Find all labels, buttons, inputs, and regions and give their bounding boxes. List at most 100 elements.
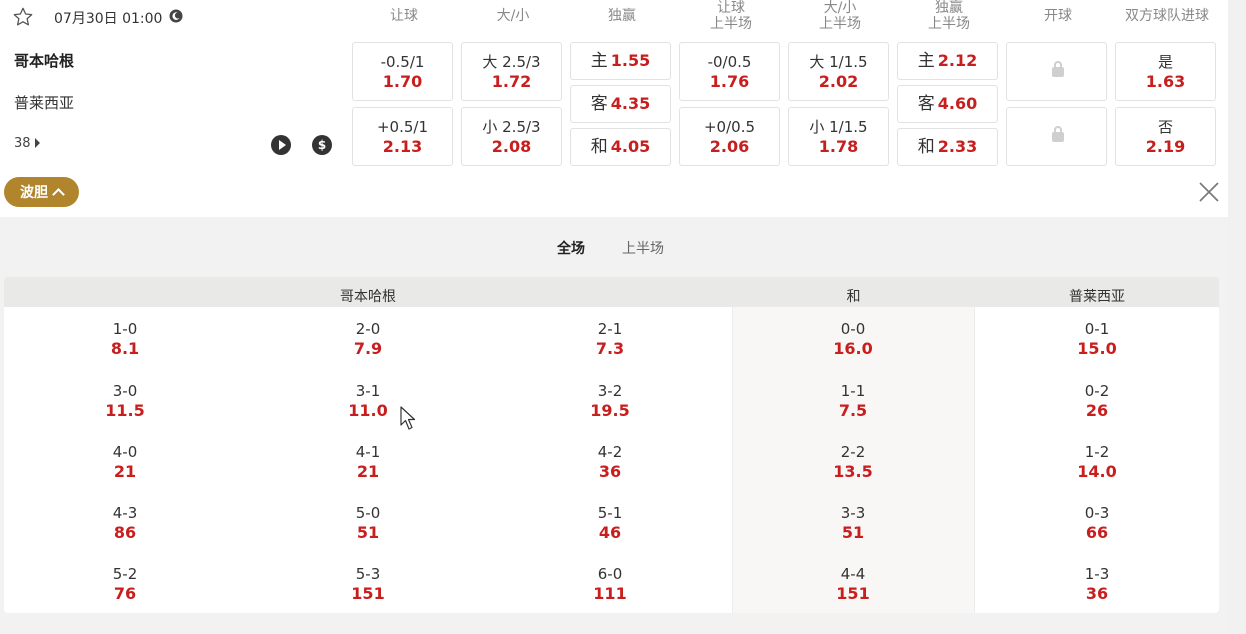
odds-cell-moneyline-away[interactable]: 客 4.35 <box>570 85 671 123</box>
score-label: 3-1 <box>355 382 381 400</box>
header-away-team: 普莱西亚 <box>1069 289 1125 305</box>
odds-cell-moneyline-home[interactable]: 主 1.55 <box>570 42 671 80</box>
col-header-kickoff: 开球 <box>1044 8 1072 24</box>
score-odd: 8.1 <box>110 339 140 358</box>
score-label: 1-1 <box>840 382 866 400</box>
odds-cell-btts-yes[interactable]: 是 1.63 <box>1115 42 1216 101</box>
favorite-star-icon[interactable] <box>12 6 34 28</box>
score-odds-cell-home[interactable]: 2-1 7.3 <box>530 319 690 359</box>
score-odd: 11.5 <box>105 401 145 420</box>
odds-cell-moneyline-half-home[interactable]: 主 2.12 <box>897 42 998 80</box>
score-odds-cell-draw[interactable]: 0-0 16.0 <box>773 319 933 359</box>
score-odds-cell-home[interactable]: 1-0 8.1 <box>45 319 205 359</box>
score-odd: 7.5 <box>838 401 868 420</box>
score-odd: 21 <box>113 462 137 481</box>
score-odds-cell-home[interactable]: 3-1 11.0 <box>288 381 448 421</box>
score-odd: 16.0 <box>833 339 873 358</box>
score-odds-cell-away[interactable]: 0-1 15.0 <box>1017 319 1177 359</box>
odds-cell-moneyline-half-draw[interactable]: 和 2.33 <box>897 128 998 166</box>
score-odd: 13.5 <box>833 462 873 481</box>
live-status-icon <box>169 9 183 23</box>
caret-right-icon <box>34 138 40 148</box>
away-team-name[interactable]: 普莱西亚 <box>14 92 74 113</box>
score-odds-cell-home[interactable]: 2-0 7.9 <box>288 319 448 359</box>
score-odds-cell-draw[interactable]: 4-4 151 <box>773 564 933 604</box>
score-label: 3-3 <box>840 504 866 522</box>
odds-cell-handicap-half-home[interactable]: -0/0.5 1.76 <box>679 42 780 101</box>
score-odds-cell-home[interactable]: 4-0 21 <box>45 442 205 482</box>
score-odd: 151 <box>351 584 385 603</box>
score-odds-cell-home[interactable]: 3-2 19.5 <box>530 381 690 421</box>
home-team-name[interactable]: 哥本哈根 <box>14 50 74 71</box>
score-odd: 7.3 <box>595 339 625 358</box>
score-label: 0-3 <box>1084 504 1110 522</box>
score-label: 1-0 <box>112 320 138 338</box>
score-label: 4-4 <box>840 565 866 583</box>
score-odds-cell-away[interactable]: 0-2 26 <box>1017 381 1177 421</box>
score-odds-cell-home[interactable]: 5-1 46 <box>530 503 690 543</box>
tab-fulltime[interactable]: 全场 <box>557 238 585 258</box>
score-label: 1-2 <box>1084 443 1110 461</box>
more-markets-link[interactable]: 38 <box>14 136 40 151</box>
score-odds-cell-draw[interactable]: 2-2 13.5 <box>773 442 933 482</box>
odds-cell-btts-no[interactable]: 否 2.19 <box>1115 107 1216 166</box>
score-odd: 76 <box>113 584 137 603</box>
score-odds-cell-home[interactable]: 5-2 76 <box>45 564 205 604</box>
close-icon[interactable] <box>1197 180 1221 204</box>
score-odds-cell-home[interactable]: 6-0 111 <box>530 564 690 604</box>
score-odds-cell-draw[interactable]: 3-3 51 <box>773 503 933 543</box>
header-home-team: 哥本哈根 <box>340 289 396 305</box>
score-odd: 11.0 <box>348 401 388 420</box>
odds-cell-handicap-away[interactable]: +0.5/1 2.13 <box>352 107 453 166</box>
odds-cell-kickoff-locked <box>1006 42 1107 101</box>
score-odds-cell-draw[interactable]: 1-1 7.5 <box>773 381 933 421</box>
odds-cell-moneyline-draw[interactable]: 和 4.05 <box>570 128 671 166</box>
score-odds-cell-home[interactable]: 4-3 86 <box>45 503 205 543</box>
score-label: 2-1 <box>597 320 623 338</box>
score-odds-cell-away[interactable]: 0-3 66 <box>1017 503 1177 543</box>
score-odd: 21 <box>356 462 380 481</box>
score-label: 0-0 <box>840 320 866 338</box>
correct-score-toggle-button[interactable]: 波胆 <box>4 177 79 207</box>
score-odds-cell-home[interactable]: 4-2 36 <box>530 442 690 482</box>
odds-cell-handicap-half-away[interactable]: +0/0.5 2.06 <box>679 107 780 166</box>
col-header-overunder-half: 大/小 上半场 <box>819 0 861 32</box>
score-odds-cell-home[interactable]: 4-1 21 <box>288 442 448 482</box>
lock-icon <box>1052 126 1064 142</box>
score-odds-cell-away[interactable]: 1-2 14.0 <box>1017 442 1177 482</box>
score-odd: 111 <box>593 584 627 603</box>
col-header-moneyline-half: 独赢 上半场 <box>928 0 970 32</box>
lock-icon <box>1052 61 1064 77</box>
score-label: 5-0 <box>355 504 381 522</box>
score-label: 0-1 <box>1084 320 1110 338</box>
col-header-btts: 双方球队进球 <box>1125 8 1209 24</box>
score-odds-cell-home[interactable]: 5-3 151 <box>288 564 448 604</box>
more-markets-count: 38 <box>14 136 31 151</box>
odds-cell-over[interactable]: 大 2.5/3 1.72 <box>461 42 562 101</box>
scrollbar-track[interactable] <box>1228 0 1246 634</box>
odds-cell-under[interactable]: 小 2.5/3 2.08 <box>461 107 562 166</box>
score-odd: 51 <box>356 523 380 542</box>
play-video-icon[interactable] <box>271 135 291 155</box>
score-odds-cell-home[interactable]: 5-0 51 <box>288 503 448 543</box>
score-label: 2-2 <box>840 443 866 461</box>
col-header-overunder: 大/小 <box>496 8 530 24</box>
tab-first-half[interactable]: 上半场 <box>622 238 664 258</box>
score-label: 0-2 <box>1084 382 1110 400</box>
score-label: 1-3 <box>1084 565 1110 583</box>
score-odd: 151 <box>836 584 870 603</box>
score-odds-cell-home[interactable]: 3-0 11.5 <box>45 381 205 421</box>
header-draw: 和 <box>846 289 861 305</box>
score-odd: 86 <box>113 523 137 542</box>
correct-score-toggle-label: 波胆 <box>20 185 48 201</box>
score-odds-cell-away[interactable]: 1-3 36 <box>1017 564 1177 604</box>
cashout-dollar-icon[interactable]: $ <box>312 135 332 155</box>
odds-cell-handicap-home[interactable]: -0.5/1 1.70 <box>352 42 453 101</box>
mouse-cursor-icon <box>400 406 416 430</box>
col-header-handicap: 让球 <box>390 8 418 24</box>
score-odd: 46 <box>598 523 622 542</box>
odds-cell-over-half[interactable]: 大 1/1.5 2.02 <box>788 42 889 101</box>
odds-cell-under-half[interactable]: 小 1/1.5 1.78 <box>788 107 889 166</box>
score-odd: 66 <box>1085 523 1109 542</box>
odds-cell-moneyline-half-away[interactable]: 客 4.60 <box>897 85 998 123</box>
